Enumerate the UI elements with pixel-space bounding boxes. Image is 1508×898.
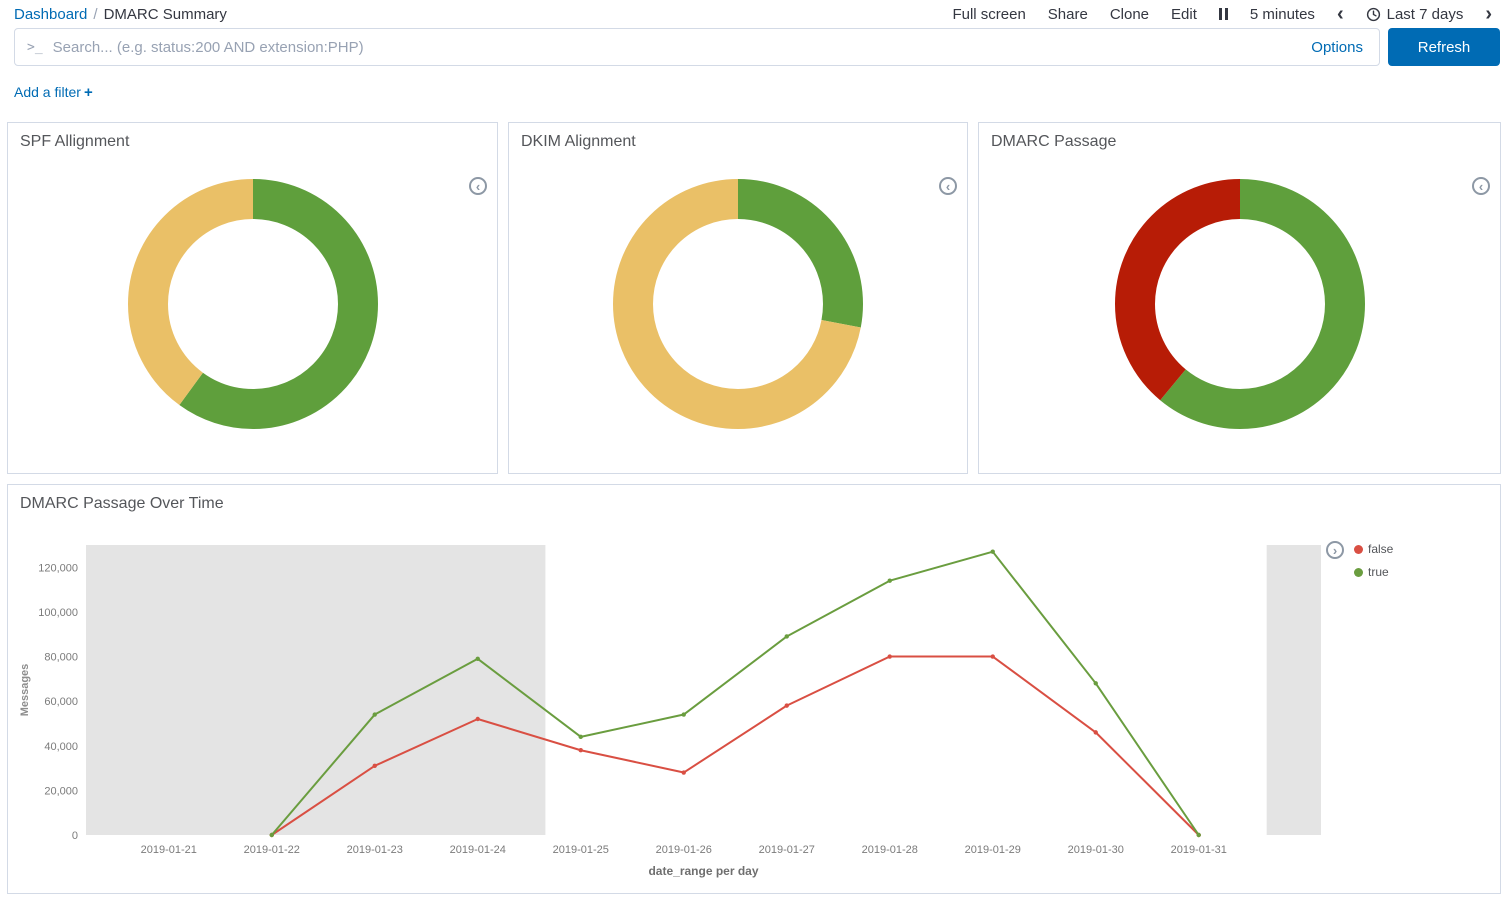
legend-collapse-button[interactable]: ‹: [1472, 177, 1490, 195]
y-tick-label: 40,000: [44, 741, 78, 753]
breadcrumb-dashboard-link[interactable]: Dashboard: [14, 6, 87, 23]
time-range-next-button[interactable]: ›: [1485, 8, 1492, 20]
dkim-alignment-donut-chart: [509, 179, 967, 429]
dmarc-passage-donut-chart: [979, 179, 1500, 429]
clock-icon: [1366, 7, 1381, 22]
y-tick-label: 120,000: [38, 562, 78, 574]
time-picker-button[interactable]: Last 7 days: [1366, 6, 1464, 23]
data-point[interactable]: [270, 833, 274, 837]
add-filter-link[interactable]: Add a filter+: [14, 84, 93, 100]
donut-panels-row: SPF Allignment ‹ DKIM Alignment ‹ DMARC …: [7, 122, 1501, 474]
x-tick-label: 2019-01-25: [553, 844, 609, 856]
plus-icon: +: [84, 84, 93, 101]
data-point[interactable]: [1094, 681, 1098, 685]
legend-dot-icon: [1354, 568, 1363, 577]
options-link[interactable]: Options: [1311, 39, 1363, 56]
panel-spf-allignment: SPF Allignment ‹: [7, 122, 498, 474]
pause-refresh-button[interactable]: [1219, 8, 1228, 20]
full-screen-button[interactable]: Full screen: [952, 6, 1025, 23]
breadcrumb: Dashboard / DMARC Summary: [14, 6, 227, 23]
x-tick-label: 2019-01-21: [141, 844, 197, 856]
data-point[interactable]: [682, 712, 686, 716]
search-box: >_ Options: [14, 28, 1380, 66]
breadcrumb-separator: /: [93, 6, 97, 23]
y-axis-title: Messages: [19, 664, 31, 717]
legend-item-true[interactable]: true: [1354, 565, 1393, 579]
data-point[interactable]: [579, 735, 583, 739]
search-bar: >_ Options Refresh: [14, 28, 1500, 66]
x-tick-label: 2019-01-30: [1068, 844, 1124, 856]
top-navbar: Dashboard / DMARC Summary Full screen Sh…: [0, 0, 1508, 26]
panel-dkim-alignment: DKIM Alignment ‹: [508, 122, 968, 474]
nav-actions: Full screen Share Clone Edit 5 minutes ‹…: [952, 6, 1492, 23]
x-tick-label: 2019-01-28: [862, 844, 918, 856]
data-point[interactable]: [476, 717, 480, 721]
data-point[interactable]: [785, 703, 789, 707]
line-chart-svg: 0 20,000 40,000 60,000 80,000 100,000 120,000 2…: [8, 539, 1368, 889]
edit-button[interactable]: Edit: [1171, 6, 1197, 23]
out-of-range-band: [86, 545, 545, 835]
data-point[interactable]: [1197, 833, 1201, 837]
data-point[interactable]: [888, 578, 892, 582]
y-tick-label: 0: [72, 830, 78, 842]
chart-legend: false true: [1354, 542, 1393, 579]
x-tick-label: 2019-01-23: [347, 844, 403, 856]
donut-svg: [1115, 179, 1365, 429]
x-tick-label: 2019-01-22: [244, 844, 300, 856]
y-tick-label: 100,000: [38, 607, 78, 619]
data-point[interactable]: [579, 748, 583, 752]
panel-title: DMARC Passage: [979, 123, 1500, 151]
panel-dmarc-passage: DMARC Passage ‹: [978, 122, 1501, 474]
data-point[interactable]: [1094, 730, 1098, 734]
y-tick-label: 80,000: [44, 652, 78, 664]
spf-allignment-donut-chart: [8, 179, 497, 429]
data-point[interactable]: [991, 549, 995, 553]
search-input[interactable]: [51, 38, 1296, 57]
data-point[interactable]: [682, 770, 686, 774]
time-range-prev-button[interactable]: ‹: [1337, 8, 1344, 20]
panel-title: SPF Allignment: [8, 123, 497, 151]
x-tick-label: 2019-01-26: [656, 844, 712, 856]
legend-collapse-button[interactable]: ‹: [939, 177, 957, 195]
data-point[interactable]: [888, 654, 892, 658]
data-point[interactable]: [785, 634, 789, 638]
out-of-range-band: [1267, 545, 1321, 835]
refresh-interval-button[interactable]: 5 minutes: [1250, 6, 1315, 23]
y-tick-label: 60,000: [44, 696, 78, 708]
panel-title: DKIM Alignment: [509, 123, 967, 151]
x-axis-title: date_range per day: [648, 864, 758, 878]
x-tick-label: 2019-01-27: [759, 844, 815, 856]
filter-bar: Add a filter+: [14, 84, 1494, 102]
pause-icon: [1225, 8, 1228, 20]
data-point[interactable]: [991, 654, 995, 658]
dmarc-over-time-line-chart: 0 20,000 40,000 60,000 80,000 100,000 120,000 2…: [8, 539, 1368, 894]
legend-item-false[interactable]: false: [1354, 542, 1393, 556]
x-tick-label: 2019-01-29: [965, 844, 1021, 856]
data-point[interactable]: [373, 764, 377, 768]
query-prompt-icon: >_: [15, 40, 51, 55]
x-tick-label: 2019-01-24: [450, 844, 506, 856]
legend-toggle-button[interactable]: ›: [1326, 541, 1344, 559]
data-point[interactable]: [476, 657, 480, 661]
legend-dot-icon: [1354, 545, 1363, 554]
clone-button[interactable]: Clone: [1110, 6, 1149, 23]
donut-svg: [128, 179, 378, 429]
time-range-label: Last 7 days: [1387, 6, 1464, 23]
refresh-button[interactable]: Refresh: [1388, 28, 1500, 66]
y-tick-label: 20,000: [44, 785, 78, 797]
legend-label: false: [1368, 542, 1393, 556]
share-button[interactable]: Share: [1048, 6, 1088, 23]
legend-label: true: [1368, 565, 1389, 579]
data-point[interactable]: [373, 712, 377, 716]
x-tick-label: 2019-01-31: [1171, 844, 1227, 856]
legend-collapse-button[interactable]: ‹: [469, 177, 487, 195]
panel-dmarc-passage-over-time: DMARC Passage Over Time 0 20,000 40,000 60,…: [7, 484, 1501, 894]
panel-title: DMARC Passage Over Time: [8, 485, 1500, 513]
breadcrumb-current: DMARC Summary: [104, 6, 227, 23]
donut-svg: [613, 179, 863, 429]
add-filter-label: Add a filter: [14, 84, 81, 100]
pause-icon: [1219, 8, 1222, 20]
